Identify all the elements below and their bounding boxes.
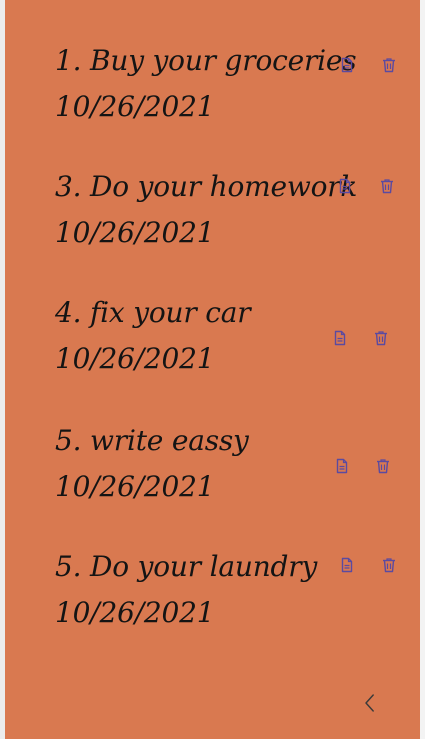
todo-title: 4. fix your car — [55, 296, 251, 329]
todo-item: 3. Do your homework 10/26/2021 — [55, 164, 400, 274]
document-icon — [341, 557, 353, 573]
edit-button[interactable] — [331, 455, 353, 477]
trash-icon — [381, 179, 393, 194]
delete-button[interactable] — [376, 175, 398, 197]
edit-button[interactable] — [336, 54, 358, 76]
todo-title: 5. write eassy — [55, 424, 249, 457]
document-icon — [336, 458, 348, 474]
edit-button[interactable] — [334, 175, 356, 197]
todo-text: 5. Do your laundry 10/26/2021 — [55, 544, 317, 636]
todo-date: 10/26/2021 — [55, 596, 215, 629]
todo-date: 10/26/2021 — [55, 216, 215, 249]
trash-icon — [383, 58, 395, 73]
todo-title: 5. Do your laundry — [55, 550, 318, 583]
todo-text: 4. fix your car 10/26/2021 — [55, 290, 251, 382]
todo-item: 1. Buy your groceries 10/26/2021 — [55, 38, 400, 148]
back-button[interactable] — [357, 688, 383, 718]
todo-date: 10/26/2021 — [55, 342, 215, 375]
todo-title: 3. Do your homework — [55, 170, 358, 203]
chevron-left-icon — [365, 694, 374, 712]
todo-text: 1. Buy your groceries 10/26/2021 — [55, 38, 357, 130]
trash-icon — [383, 558, 395, 573]
delete-button[interactable] — [378, 554, 400, 576]
document-icon — [341, 57, 353, 73]
todo-item: 5. Do your laundry 10/26/2021 — [55, 544, 400, 654]
screen-edge — [420, 0, 425, 739]
edit-button[interactable] — [336, 554, 358, 576]
document-icon — [334, 330, 346, 346]
document-icon — [339, 178, 351, 194]
edit-button[interactable] — [329, 327, 351, 349]
todo-item: 4. fix your car 10/26/2021 — [55, 290, 400, 400]
trash-icon — [377, 459, 389, 474]
delete-button[interactable] — [378, 54, 400, 76]
todo-title: 1. Buy your groceries — [55, 44, 357, 77]
todo-text: 3. Do your homework 10/26/2021 — [55, 164, 357, 256]
trash-icon — [375, 331, 387, 346]
todo-text: 5. write eassy 10/26/2021 — [55, 418, 249, 510]
todo-date: 10/26/2021 — [55, 90, 215, 123]
delete-button[interactable] — [372, 455, 394, 477]
todo-date: 10/26/2021 — [55, 470, 215, 503]
delete-button[interactable] — [370, 327, 392, 349]
todo-list-screen: 1. Buy your groceries 10/26/2021 3. Do y… — [5, 0, 420, 739]
todo-item: 5. write eassy 10/26/2021 — [55, 418, 400, 528]
